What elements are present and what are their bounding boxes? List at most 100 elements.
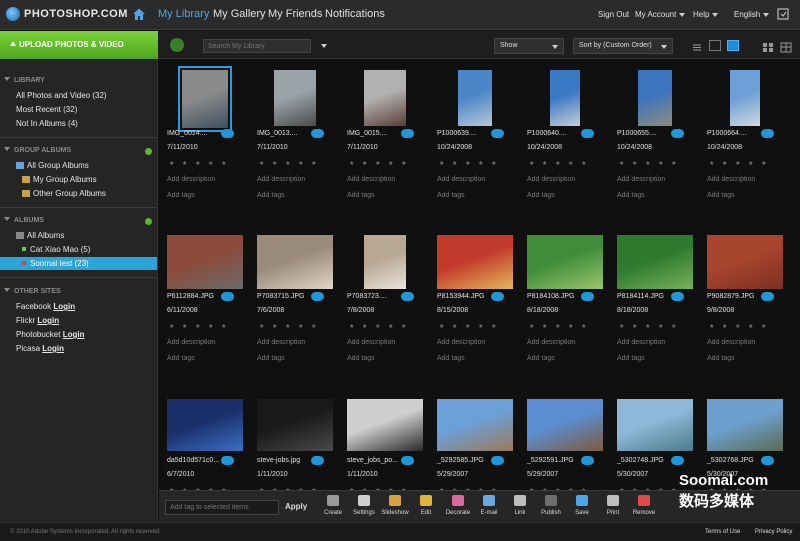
site-facebook[interactable]: Facebook Login [16, 302, 75, 311]
rating-stars[interactable]: ★ ★ ★ ★ ★ [259, 160, 320, 167]
sidebar-item-all-group-albums[interactable]: All Group Albums [16, 161, 89, 170]
comment-icon[interactable] [401, 456, 414, 465]
add-description-link[interactable]: Add description [437, 176, 485, 183]
photo-thumbnail[interactable] [167, 399, 243, 451]
photo-thumbnail[interactable] [347, 399, 423, 451]
photo-card[interactable]: P8184114.JPG 8/18/2008 ★ ★ ★ ★ ★ Add descri… [611, 229, 701, 389]
add-tags-link[interactable]: Add tags [167, 192, 195, 199]
login-link[interactable]: Login [63, 330, 85, 339]
photo-card[interactable]: P7083723.... 7/8/2008 ★ ★ ★ ★ ★ Add descrip… [341, 229, 431, 389]
comment-icon[interactable] [221, 292, 234, 301]
add-description-link[interactable]: Add description [347, 176, 395, 183]
comment-icon[interactable] [491, 292, 504, 301]
add-tags-link[interactable]: Add tags [707, 192, 735, 199]
photo-card[interactable]: da5d10d571c0...6/7/2010★ ★ ★ ★ ★Add desc… [161, 393, 251, 490]
rating-stars[interactable]: ★ ★ ★ ★ ★ [709, 323, 770, 330]
add-tags-link[interactable]: Add tags [437, 192, 465, 199]
comment-icon[interactable] [671, 292, 684, 301]
terms-link[interactable]: Terms of Use [705, 529, 740, 535]
photo-card[interactable]: P9082879.JPG 9/8/2008 ★ ★ ★ ★ ★ Add descrip… [701, 229, 791, 389]
tag-input[interactable] [165, 500, 279, 515]
add-tags-link[interactable]: Add tags [527, 355, 555, 362]
sidebar-item-other-group-albums[interactable]: Other Group Albums [22, 189, 106, 198]
add-description-link[interactable]: Add description [707, 339, 755, 346]
comment-icon[interactable] [581, 456, 594, 465]
tool-remove-button[interactable]: Remove [629, 495, 659, 516]
grid-view-icon[interactable] [762, 40, 774, 52]
photo-thumbnail[interactable] [730, 70, 760, 126]
photo-card[interactable]: P7083715.JPG 7/6/2008 ★ ★ ★ ★ ★ Add descrip… [251, 229, 341, 389]
my-account-menu[interactable]: My Account [635, 10, 686, 19]
other-sites-section-header[interactable]: OTHER SITES [4, 288, 61, 295]
comment-icon[interactable] [581, 129, 594, 138]
login-link[interactable]: Login [37, 316, 59, 325]
add-tags-link[interactable]: Add tags [167, 355, 195, 362]
rating-stars[interactable]: ★ ★ ★ ★ ★ [439, 160, 500, 167]
group-albums-section-header[interactable]: GROUP ALBUMS [4, 147, 71, 154]
add-description-link[interactable]: Add description [347, 339, 395, 346]
refresh-icon[interactable] [170, 38, 184, 52]
site-picasa[interactable]: Picasa Login [16, 344, 64, 353]
login-link[interactable]: Login [42, 344, 64, 353]
photo-card[interactable]: _5292585.JPG5/29/2007★ ★ ★ ★ ★Add descri… [431, 393, 521, 490]
site-photobucket[interactable]: Photobucket Login [16, 330, 85, 339]
tool-slideshow-button[interactable]: Slideshow [380, 495, 410, 516]
photo-thumbnail[interactable] [437, 399, 513, 451]
photo-thumbnail[interactable] [274, 70, 316, 126]
sort-select[interactable]: Sort by (Custom Order) [573, 38, 673, 54]
rating-stars[interactable]: ★ ★ ★ ★ ★ [619, 323, 680, 330]
photo-card[interactable]: P8184108.JPG 8/18/2008 ★ ★ ★ ★ ★ Add descri… [521, 229, 611, 389]
photo-thumbnail[interactable] [707, 399, 783, 451]
photo-thumbnail[interactable] [364, 70, 406, 126]
add-tags-link[interactable]: Add tags [707, 355, 735, 362]
add-description-link[interactable]: Add description [617, 339, 665, 346]
tool-print-button[interactable]: Print [598, 495, 628, 516]
comment-icon[interactable] [581, 292, 594, 301]
add-description-link[interactable]: Add description [167, 176, 215, 183]
language-menu[interactable]: English [734, 10, 770, 19]
tool-email-button[interactable]: E-mail [474, 495, 504, 516]
rating-stars[interactable]: ★ ★ ★ ★ ★ [349, 160, 410, 167]
photo-card[interactable]: IMG_0014.... 7/11/2010 ★ ★ ★ ★ ★ Add descri… [161, 66, 251, 226]
add-description-link[interactable]: Add description [437, 339, 485, 346]
comment-icon[interactable] [311, 129, 324, 138]
photo-card[interactable]: _5292591.JPG5/29/2007★ ★ ★ ★ ★Add descri… [521, 393, 611, 490]
site-flickr[interactable]: Flickr Login [16, 316, 59, 325]
sidebar-item-not-in-albums[interactable]: Not In Albums (4) [16, 119, 78, 128]
add-description-link[interactable]: Add description [167, 339, 215, 346]
add-description-link[interactable]: Add description [527, 339, 575, 346]
photo-thumbnail[interactable] [617, 399, 693, 451]
tool-decorate-button[interactable]: Decorate [443, 495, 473, 516]
rating-stars[interactable]: ★ ★ ★ ★ ★ [259, 323, 320, 330]
sidebar-item-soomal-test[interactable]: Soomal test (23) [0, 257, 157, 270]
add-group-album-icon[interactable] [145, 148, 152, 155]
apply-button[interactable]: Apply [285, 502, 307, 511]
albums-section-header[interactable]: ALBUMS [4, 217, 44, 224]
add-tags-link[interactable]: Add tags [527, 192, 555, 199]
nav-my-gallery[interactable]: My Gallery [213, 8, 266, 20]
add-description-link[interactable]: Add description [617, 176, 665, 183]
add-description-link[interactable]: Add description [257, 176, 305, 183]
rating-stars[interactable]: ★ ★ ★ ★ ★ [709, 160, 770, 167]
tool-edit-button[interactable]: Edit [411, 495, 441, 516]
add-tags-link[interactable]: Add tags [347, 355, 375, 362]
comment-icon[interactable] [761, 456, 774, 465]
comment-icon[interactable] [401, 129, 414, 138]
login-link[interactable]: Login [53, 302, 75, 311]
sidebar-item-all-albums[interactable]: All Albums [16, 231, 64, 240]
large-thumb-view-icon[interactable] [727, 40, 739, 51]
tool-settings-button[interactable]: Settings [349, 495, 379, 516]
photo-thumbnail[interactable] [617, 235, 693, 289]
sign-out-link[interactable]: Sign Out [598, 10, 629, 19]
privacy-link[interactable]: Privacy Policy [755, 529, 792, 535]
rating-stars[interactable]: ★ ★ ★ ★ ★ [169, 323, 230, 330]
tool-link-button[interactable]: Link [505, 495, 535, 516]
medium-thumb-view-icon[interactable] [709, 40, 721, 51]
photo-thumbnail[interactable] [178, 66, 232, 132]
photo-card[interactable]: steve-jobs.jpg1/11/2010★ ★ ★ ★ ★Add desc… [251, 393, 341, 490]
photo-card[interactable]: IMG_0015.... 7/11/2010 ★ ★ ★ ★ ★ Add descri… [341, 66, 431, 226]
library-section-header[interactable]: LIBRARY [4, 77, 45, 84]
rating-stars[interactable]: ★ ★ ★ ★ ★ [439, 323, 500, 330]
photo-thumbnail[interactable] [527, 399, 603, 451]
add-description-link[interactable]: Add description [527, 176, 575, 183]
